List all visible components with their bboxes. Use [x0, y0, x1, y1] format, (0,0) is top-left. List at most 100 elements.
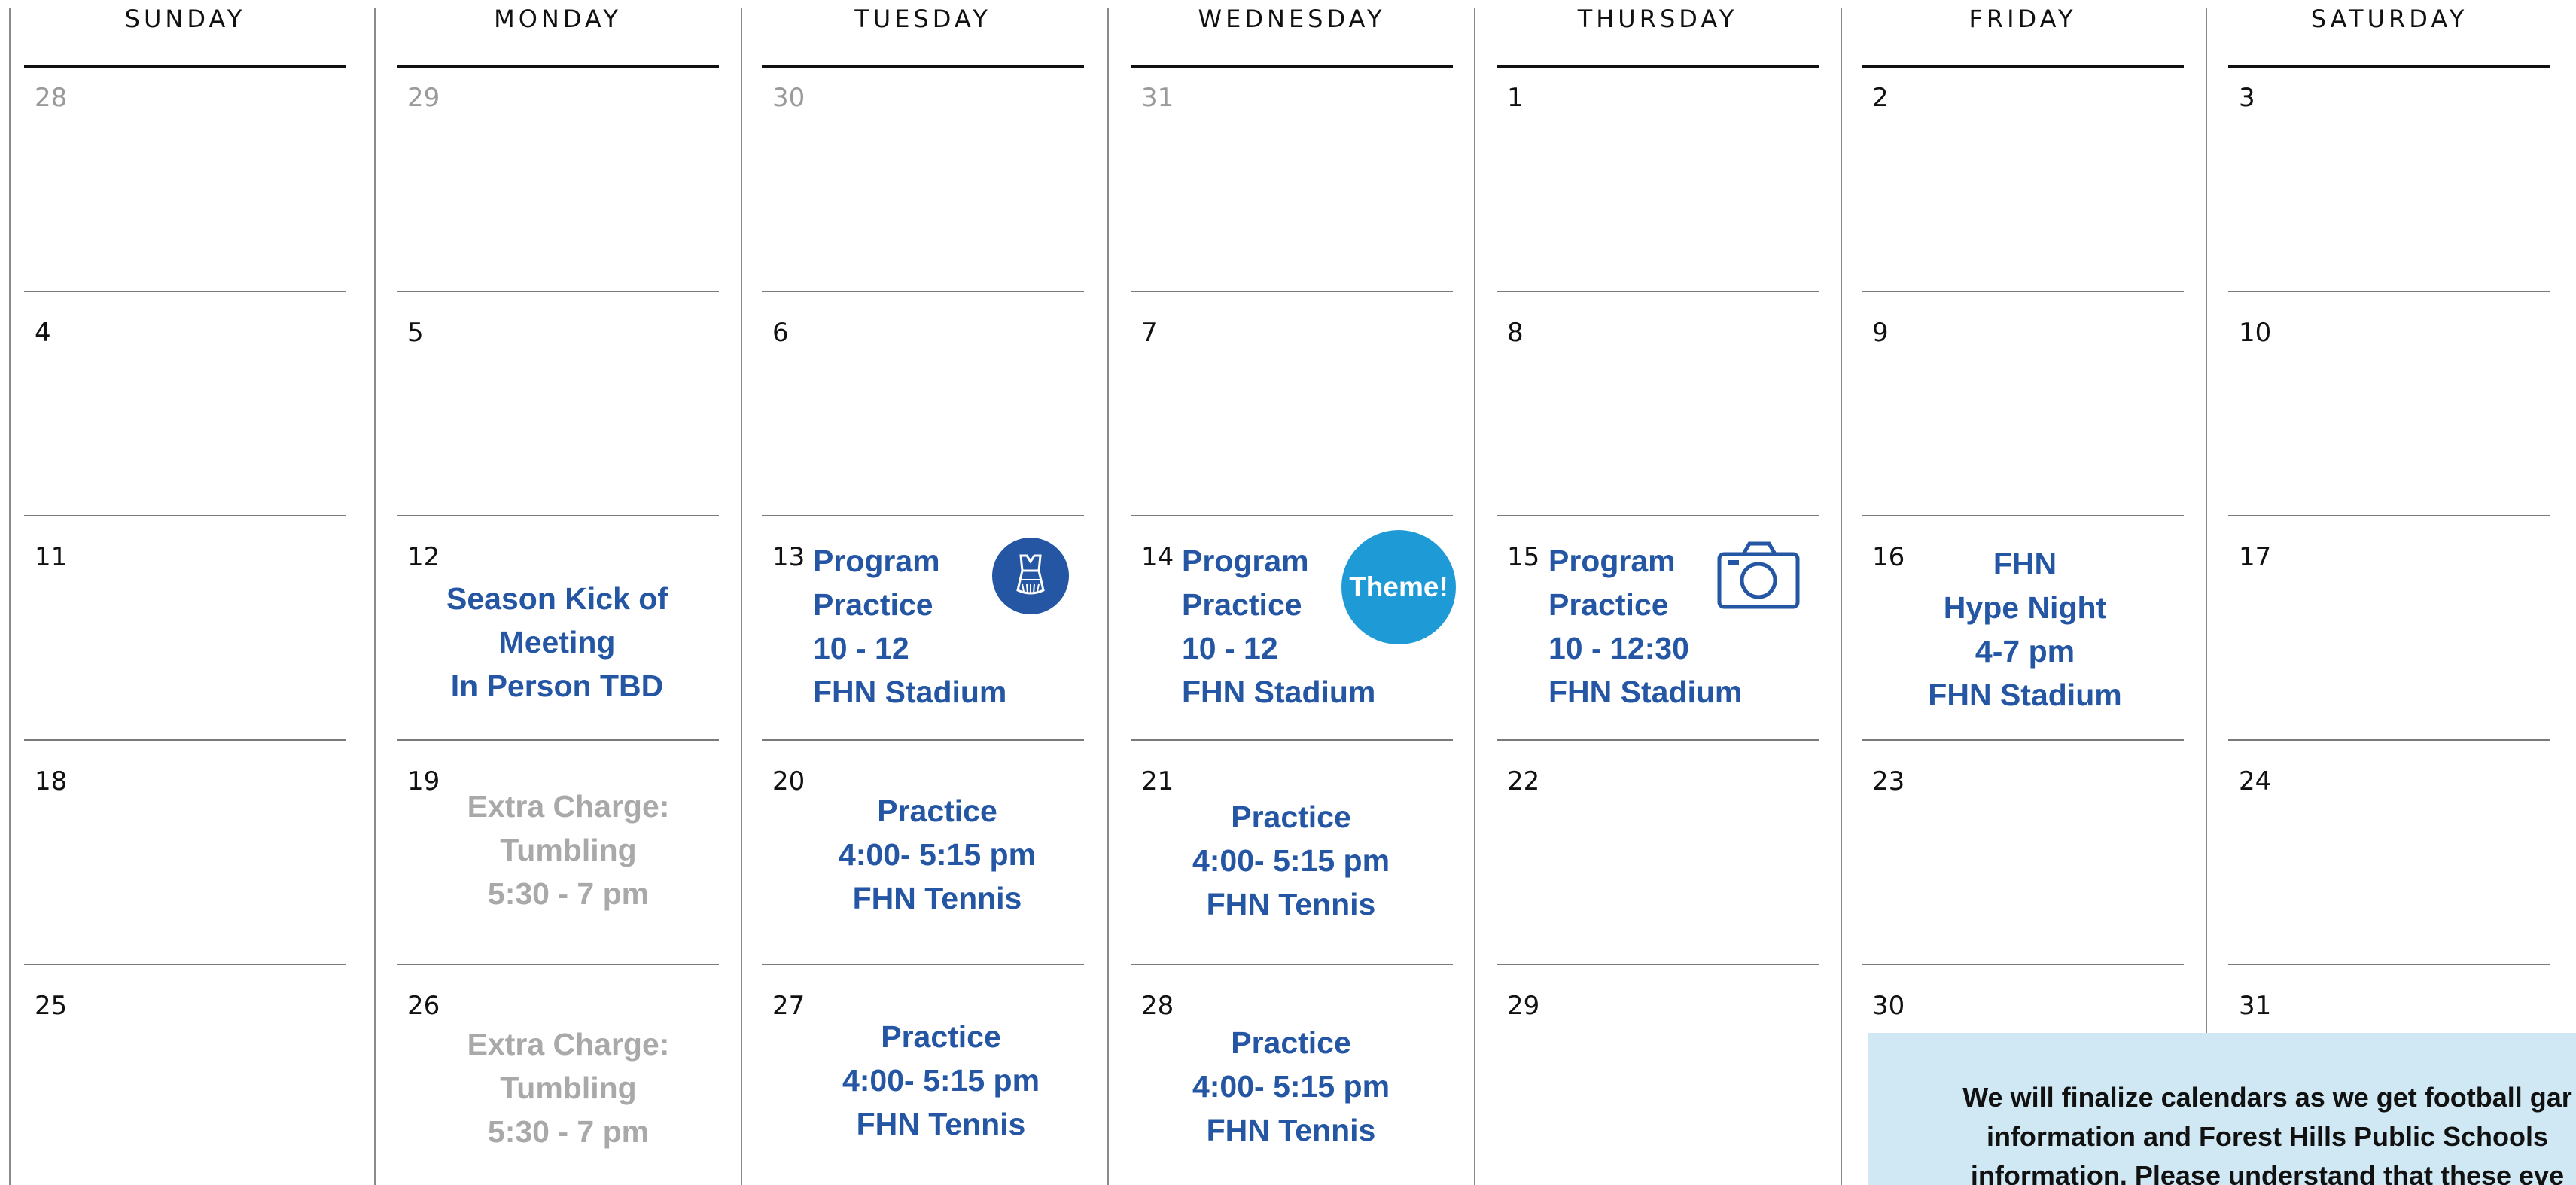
event-line: 4:00- 5:15 pm: [842, 1063, 1040, 1098]
event-line: Practice: [1548, 587, 1669, 622]
day-number[interactable]: 31: [2239, 991, 2271, 1021]
event-line: Season Kick of: [446, 581, 668, 616]
day-number[interactable]: 24: [2239, 766, 2271, 797]
day-number[interactable]: 30: [1872, 991, 1905, 1021]
day-number[interactable]: 26: [407, 991, 440, 1021]
event-program-practice-13[interactable]: Program Practice 10 - 12 FHN Stadium: [813, 539, 1006, 714]
day-number[interactable]: 23: [1872, 766, 1905, 797]
day-number[interactable]: 7: [1141, 318, 1158, 348]
schedule-note: We will finalize calendars as we get foo…: [1868, 1033, 2576, 1185]
day-number[interactable]: 10: [2239, 318, 2271, 348]
week-row-separator: [1497, 515, 1819, 516]
day-number[interactable]: 31: [1141, 83, 1174, 113]
event-line: FHN Tennis: [852, 881, 1022, 915]
week-row-separator: [1497, 739, 1819, 741]
week-row-separator: [2228, 515, 2550, 516]
event-line: 10 - 12: [1182, 631, 1278, 666]
column-divider: [741, 8, 742, 1185]
day-number[interactable]: 29: [1507, 991, 1539, 1021]
theme-badge-label: Theme!: [1349, 571, 1448, 602]
day-number[interactable]: 18: [35, 766, 67, 797]
day-number[interactable]: 3: [2239, 83, 2255, 113]
event-practice-20[interactable]: Practice 4:00- 5:15 pm FHN Tennis: [779, 789, 1095, 920]
header-rule: [1862, 65, 2184, 68]
note-line: information. Please understand that thes…: [1970, 1160, 2565, 1185]
event-line: Practice: [1231, 800, 1351, 834]
column-divider: [374, 8, 376, 1185]
event-line: FHN Stadium: [813, 675, 1007, 709]
schedule-note-text: We will finalize calendars as we get foo…: [1868, 1078, 2576, 1185]
day-number[interactable]: 17: [2239, 542, 2271, 572]
day-number[interactable]: 13: [772, 542, 805, 572]
day-number[interactable]: 2: [1872, 83, 1889, 113]
header-rule: [762, 65, 1084, 68]
week-row-separator: [1497, 964, 1819, 965]
week-row-separator: [2228, 291, 2550, 292]
event-tumbling-19[interactable]: Extra Charge: Tumbling 5:30 - 7 pm: [410, 784, 726, 915]
day-number[interactable]: 9: [1872, 318, 1889, 348]
day-number[interactable]: 6: [772, 318, 789, 348]
day-number[interactable]: 11: [35, 542, 67, 572]
event-line: Practice: [1231, 1025, 1351, 1060]
event-line: Hype Night: [1943, 590, 2107, 625]
day-number[interactable]: 8: [1507, 318, 1524, 348]
event-line: FHN Tennis: [1206, 887, 1376, 921]
week-row-separator: [24, 515, 346, 516]
event-line: FHN Tennis: [1206, 1113, 1376, 1147]
weekday-header-monday: MONDAY: [494, 5, 622, 33]
week-row-separator: [1862, 291, 2184, 292]
event-line: Practice: [813, 587, 933, 622]
event-line: FHN Stadium: [1928, 678, 2122, 712]
event-practice-21[interactable]: Practice 4:00- 5:15 pm FHN Tennis: [1133, 795, 1449, 926]
day-number[interactable]: 30: [772, 83, 805, 113]
week-row-separator: [24, 739, 346, 741]
day-number[interactable]: 21: [1141, 766, 1174, 797]
weekday-header-wednesday: WEDNESDAY: [1198, 5, 1386, 33]
day-number[interactable]: 28: [1141, 991, 1174, 1021]
weekday-header-thursday: THURSDAY: [1577, 5, 1738, 33]
event-line: 4:00- 5:15 pm: [1192, 843, 1390, 878]
day-number[interactable]: 29: [407, 83, 440, 113]
week-row-separator: [1862, 739, 2184, 741]
day-number[interactable]: 14: [1141, 542, 1174, 572]
event-line: Tumbling: [500, 833, 637, 867]
event-practice-27[interactable]: Practice 4:00- 5:15 pm FHN Tennis: [783, 1015, 1099, 1146]
week-row-separator: [397, 291, 719, 292]
week-row-separator: [762, 515, 1084, 516]
week-row-separator: [762, 964, 1084, 965]
event-practice-28[interactable]: Practice 4:00- 5:15 pm FHN Tennis: [1133, 1021, 1449, 1152]
column-divider: [1107, 8, 1109, 1185]
note-line: We will finalize calendars as we get foo…: [1962, 1082, 2572, 1113]
theme-badge: Theme!: [1341, 530, 1456, 644]
event-program-practice-15[interactable]: Program Practice 10 - 12:30 FHN Stadium: [1548, 539, 1742, 714]
event-line: Practice: [881, 1019, 1001, 1054]
event-hype-night[interactable]: FHN Hype Night 4-7 pm FHN Stadium: [1867, 542, 2183, 717]
day-number[interactable]: 5: [407, 318, 424, 348]
weekday-header-sunday: SUNDAY: [124, 5, 246, 33]
camera-icon: [1716, 539, 1801, 611]
event-line: Extra Charge:: [467, 789, 670, 824]
header-rule: [24, 65, 346, 68]
day-number[interactable]: 1: [1507, 83, 1524, 113]
event-season-kickoff[interactable]: Season Kick of Meeting In Person TBD: [399, 577, 715, 708]
event-line: Extra Charge:: [467, 1027, 670, 1062]
event-line: 4:00- 5:15 pm: [838, 837, 1037, 872]
event-line: FHN Stadium: [1182, 675, 1376, 709]
day-number[interactable]: 25: [35, 991, 67, 1021]
day-number[interactable]: 12: [407, 542, 440, 572]
day-number[interactable]: 22: [1507, 766, 1539, 797]
column-divider: [9, 8, 11, 1185]
day-number[interactable]: 15: [1507, 542, 1539, 572]
week-row-separator: [2228, 964, 2550, 965]
event-line: 5:30 - 7 pm: [487, 1114, 650, 1149]
cheer-uniform-icon: [992, 538, 1069, 614]
header-rule: [2228, 65, 2550, 68]
day-number[interactable]: 4: [35, 318, 51, 348]
event-line: 10 - 12:30: [1548, 631, 1689, 666]
week-row-separator: [1131, 291, 1453, 292]
note-line: information and Forest Hills Public Scho…: [1986, 1121, 2549, 1152]
event-tumbling-26[interactable]: Extra Charge: Tumbling 5:30 - 7 pm: [410, 1022, 726, 1153]
week-row-separator: [1131, 515, 1453, 516]
day-number[interactable]: 28: [35, 83, 67, 113]
event-line: In Person TBD: [450, 669, 664, 703]
